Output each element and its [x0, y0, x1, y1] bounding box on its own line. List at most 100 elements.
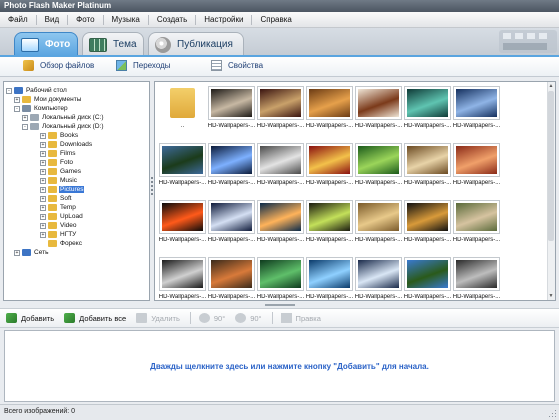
thumbnail-item[interactable]: HD-Wallpapers-...	[159, 200, 206, 244]
menu-create[interactable]: Создать	[149, 14, 197, 25]
tree-node-music[interactable]: + Music	[40, 176, 78, 185]
thumbnail-item[interactable]: HD-Wallpapers-...	[208, 200, 255, 244]
menu-view[interactable]: Вид	[37, 14, 69, 25]
thumbnail-item[interactable]: HD-Wallpapers-...	[404, 257, 451, 300]
thumbnail-item[interactable]: HD-Wallpapers-...	[404, 86, 451, 130]
thumbnail-item[interactable]: HD-Wallpapers-...	[355, 200, 402, 244]
thumbnail-caption: HD-Wallpapers-...	[158, 294, 207, 300]
gallery-scrollbar[interactable]: ▲ ▼	[547, 82, 555, 300]
thumbnail-item[interactable]: HD-Wallpapers-...	[453, 86, 500, 130]
scroll-thumb[interactable]	[548, 91, 554, 241]
tree-node-games[interactable]: + Games	[40, 167, 82, 176]
thumbnail-item[interactable]: HD-Wallpapers-...	[208, 86, 255, 130]
selected-images-drop-area[interactable]: Дважды щелкните здесь или нажмите кнопку…	[4, 330, 555, 402]
tree-label: Форекс	[60, 240, 82, 247]
expand-icon[interactable]: +	[40, 159, 46, 166]
folder-tree[interactable]: - Рабочий стол + Мои документы - Компьют…	[3, 81, 150, 301]
tab-theme-label: Тема	[113, 39, 137, 50]
expand-icon[interactable]: +	[40, 186, 46, 193]
thumbnail-item[interactable]: HD-Wallpapers-...	[257, 257, 304, 300]
thumbnail-gallery[interactable]: .. HD-Wallpapers-... HD-Wallpapers-... HD-W…	[154, 81, 556, 301]
menu-music[interactable]: Музыка	[104, 14, 149, 25]
transitions-label: Переходы	[133, 61, 171, 70]
properties-button[interactable]: Свойства	[211, 60, 263, 71]
thumbnail-item[interactable]: HD-Wallpapers-...	[453, 200, 500, 244]
expand-icon[interactable]: +	[40, 132, 46, 139]
tree-node-temp[interactable]: + Temp	[40, 203, 77, 212]
thumbnail-item[interactable]: HD-Wallpapers-...	[355, 257, 402, 300]
collapse-icon[interactable]: -	[14, 105, 20, 112]
thumbnail-item[interactable]: HD-Wallpapers-...	[159, 143, 206, 187]
add-all-button[interactable]: Добавить все	[64, 313, 126, 323]
thumbnail-item[interactable]: HD-Wallpapers-...	[208, 257, 255, 300]
delete-button[interactable]: Удалить	[136, 313, 180, 323]
collapse-icon[interactable]: -	[6, 87, 12, 94]
thumbnail-item[interactable]: HD-Wallpapers-...	[158, 257, 207, 300]
folder-icon	[48, 150, 57, 157]
tree-node-books[interactable]: + Books	[40, 131, 79, 140]
expand-icon[interactable]: +	[40, 231, 46, 238]
collapse-icon[interactable]: -	[22, 123, 28, 130]
expand-icon[interactable]: +	[40, 177, 46, 184]
expand-icon[interactable]: +	[14, 249, 20, 256]
thumbnail-caption: HD-Wallpapers-...	[305, 123, 354, 129]
add-button[interactable]: Добавить	[6, 313, 54, 323]
tree-node-forex[interactable]: Форекс	[48, 239, 83, 248]
tree-node-ngtu[interactable]: + НГТУ	[40, 230, 77, 239]
scroll-up-icon[interactable]: ▲	[548, 83, 554, 89]
tree-node-foto[interactable]: + Foto	[40, 158, 74, 167]
tree-node-computer[interactable]: - Компьютер	[14, 104, 69, 113]
menu-file[interactable]: Файл	[0, 14, 37, 25]
thumbnail-item[interactable]: HD-Wallpapers-...	[453, 257, 500, 300]
edit-button[interactable]: Правка	[280, 313, 321, 323]
tree-node-my-documents[interactable]: + Мои документы	[14, 95, 82, 104]
thumbnail-item[interactable]: HD-Wallpapers-...	[453, 143, 500, 187]
resize-grip-icon[interactable]	[549, 410, 557, 418]
thumbnail-item[interactable]: HD-Wallpapers-...	[355, 143, 402, 187]
thumbnail-item[interactable]: ..	[159, 86, 206, 130]
expand-icon[interactable]: +	[40, 222, 46, 229]
thumbnail-frame	[404, 143, 451, 177]
thumbnail-item[interactable]: HD-Wallpapers-...	[306, 143, 353, 187]
menu-settings[interactable]: Настройки	[196, 14, 253, 25]
tree-node-soft[interactable]: + Soft	[40, 194, 73, 203]
thumbnail-item[interactable]: HD-Wallpapers-...	[257, 86, 304, 130]
tab-theme[interactable]: Тема	[82, 32, 144, 55]
menu-photo[interactable]: Фото	[68, 14, 104, 25]
scroll-down-icon[interactable]: ▼	[548, 293, 554, 299]
thumbnail-item[interactable]: HD-Wallpapers-...	[257, 143, 304, 187]
tree-node-films[interactable]: + Films	[40, 149, 77, 158]
tree-node-network[interactable]: + Сеть	[14, 248, 49, 257]
expand-icon[interactable]: +	[22, 114, 28, 121]
tree-node-drive-d[interactable]: - Локальный диск (D:)	[22, 122, 105, 131]
thumbnail-item[interactable]: HD-Wallpapers-...	[404, 200, 451, 244]
thumbnail-item[interactable]: HD-Wallpapers-...	[306, 200, 353, 244]
tab-publish[interactable]: Публикация	[148, 32, 244, 55]
thumbnail-item[interactable]: HD-Wallpapers-...	[404, 143, 451, 187]
tree-node-downloads[interactable]: + Downloads	[40, 140, 93, 149]
horizontal-splitter[interactable]	[265, 303, 295, 307]
rotate-right-button[interactable]: 90°	[235, 313, 262, 323]
menu-help[interactable]: Справка	[252, 15, 299, 25]
expand-icon[interactable]: +	[40, 195, 46, 202]
tree-node-desktop[interactable]: - Рабочий стол	[6, 86, 68, 95]
tree-node-pictures[interactable]: + Pictures	[40, 185, 85, 194]
transitions-button[interactable]: Переходы	[116, 60, 171, 71]
expand-icon[interactable]: +	[14, 96, 20, 103]
expand-icon[interactable]: +	[40, 213, 46, 220]
tree-node-video[interactable]: + Video	[40, 221, 78, 230]
thumbnail-item[interactable]: HD-Wallpapers-...	[306, 257, 353, 300]
thumbnail-item[interactable]: HD-Wallpapers-...	[257, 200, 304, 244]
thumbnail-item[interactable]: HD-Wallpapers-...	[306, 86, 353, 130]
expand-icon[interactable]: +	[40, 168, 46, 175]
rotate-left-button[interactable]: 90°	[198, 313, 225, 323]
thumbnail-item[interactable]: HD-Wallpapers-...	[208, 143, 255, 187]
expand-icon[interactable]: +	[40, 141, 46, 148]
tree-node-drive-c[interactable]: + Локальный диск (C:)	[22, 113, 105, 122]
expand-icon[interactable]: +	[40, 204, 46, 211]
tree-node-upload[interactable]: + UpLoad	[40, 212, 84, 221]
browse-files-button[interactable]: Обзор файлов	[23, 60, 94, 71]
tab-photo[interactable]: Фото	[14, 32, 78, 55]
expand-icon[interactable]: +	[40, 150, 46, 157]
thumbnail-item[interactable]: HD-Wallpapers-...	[355, 86, 402, 130]
